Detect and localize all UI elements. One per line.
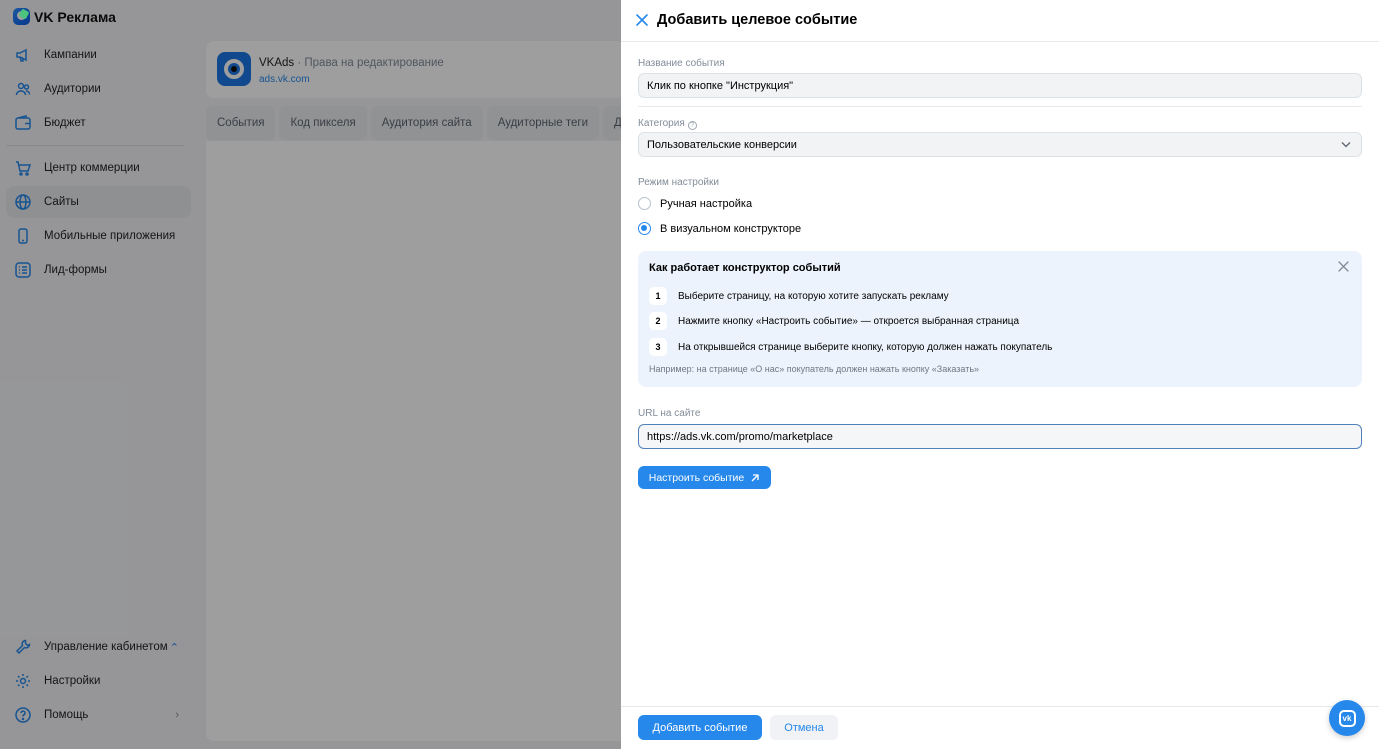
panel-footer-divider [621,706,1379,707]
radio-circle[interactable] [638,197,651,210]
cancel-button[interactable]: Отмена [770,715,838,740]
category-label: Категория? [638,118,697,130]
radio-manual[interactable]: Ручная настройка [638,197,752,210]
modal-backdrop[interactable] [0,0,621,749]
vk-chat-button[interactable]: vk [1329,700,1365,736]
info-step: 1 Выберите страницу, на которую хотите з… [649,287,949,305]
category-select[interactable]: Пользовательские конверсии [638,132,1362,157]
close-icon[interactable] [635,13,649,27]
url-label: URL на сайте [638,408,701,419]
chevron-down-icon [1341,142,1351,148]
event-name-input[interactable]: Клик по кнопке "Инструкция" [638,73,1362,98]
section-divider [638,106,1362,107]
mode-label: Режим настройки [638,177,719,188]
help-icon[interactable]: ? [687,121,697,130]
external-link-icon [751,473,759,481]
radio-visual-constructor[interactable]: В визуальном конструкторе [638,222,801,235]
add-event-panel: Добавить целевое событие Название событи… [621,0,1379,749]
info-note: Например: на странице «О нас» покупатель… [649,364,980,374]
panel-title: Добавить целевое событие [657,12,858,28]
constructor-info-box: Как работает конструктор событий 1 Выбер… [638,251,1362,387]
info-step: 2 Нажмите кнопку «Настроить событие» — о… [649,312,1019,330]
configure-event-button[interactable]: Настроить событие [638,466,771,489]
radio-circle-checked[interactable] [638,222,651,235]
info-step: 3 На открывшейся странице выберите кнопк… [649,338,1052,356]
panel-header: Добавить целевое событие [621,0,1379,42]
url-input[interactable]: https://ads.vk.com/promo/marketplace [638,424,1362,449]
add-event-button[interactable]: Добавить событие [638,715,762,740]
close-icon[interactable] [1338,261,1349,272]
info-title: Как работает конструктор событий [649,262,841,274]
vk-logo-icon: vk [1338,709,1356,727]
event-name-label: Название события [638,58,725,69]
